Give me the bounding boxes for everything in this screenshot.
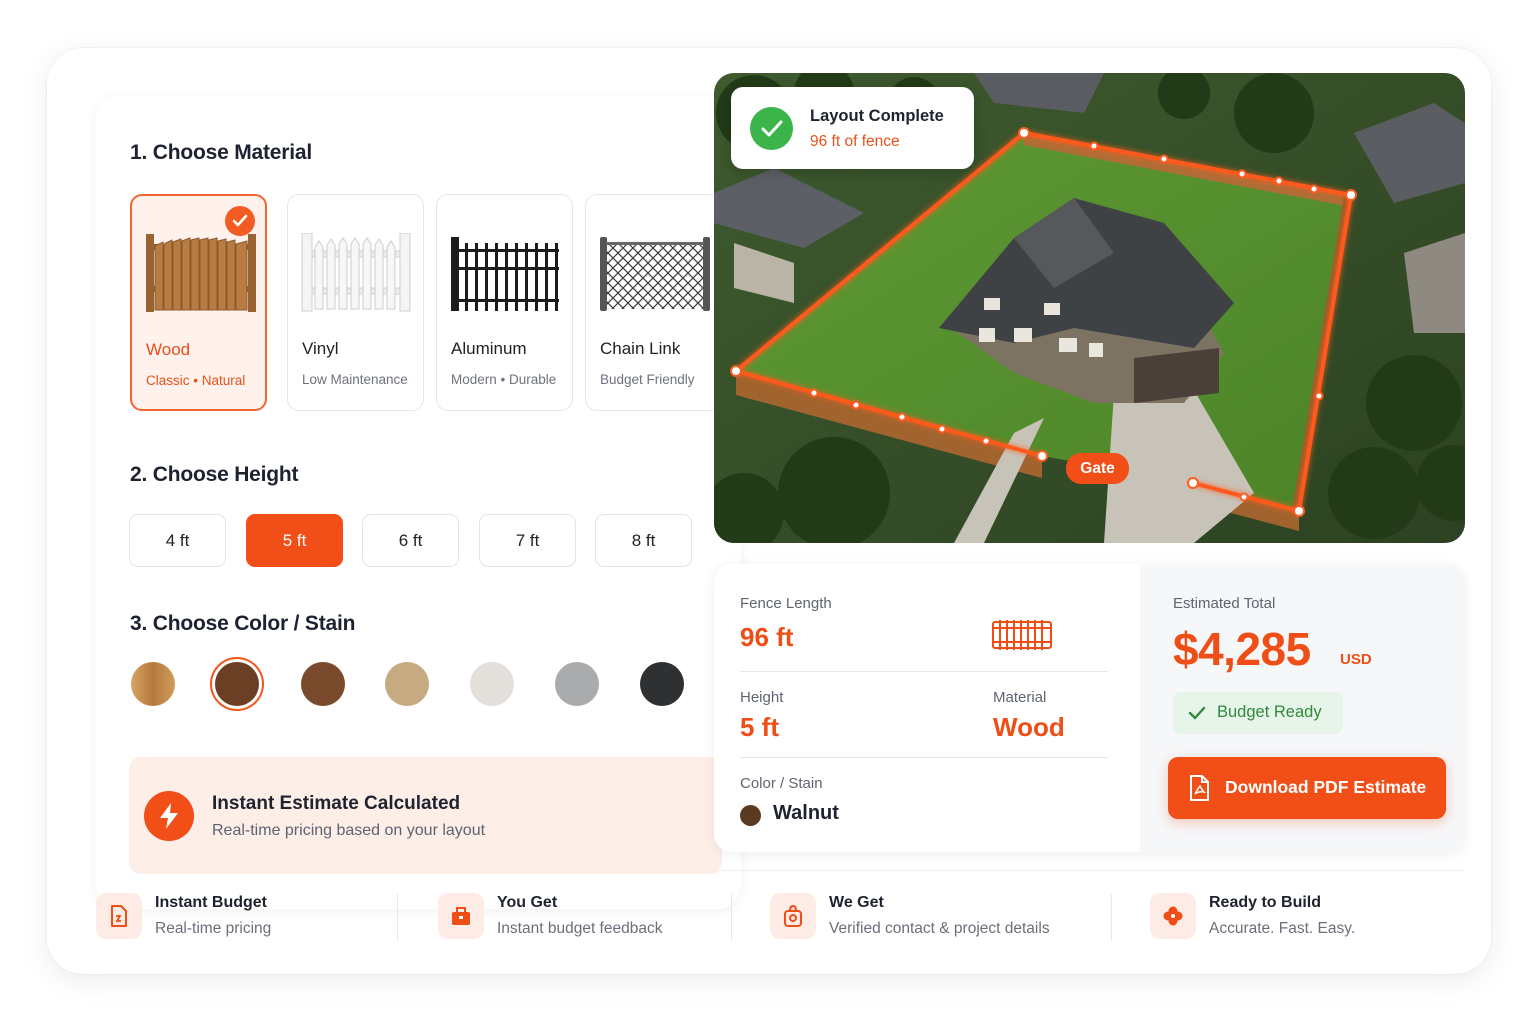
height-option-5ft[interactable]: 5 ft	[246, 514, 343, 567]
gate-label[interactable]: Gate	[1066, 453, 1129, 484]
color-swatch-tan[interactable]	[385, 662, 429, 706]
aluminum-fence-icon	[451, 237, 559, 311]
feature-sub: Instant budget feedback	[497, 920, 663, 937]
download-pdf-button[interactable]: Download PDF Estimate	[1168, 757, 1446, 819]
height-section-title: 2. Choose Height	[130, 463, 299, 486]
estimated-total-value: $4,285	[1173, 623, 1311, 675]
height-label: Height	[740, 689, 784, 706]
color-value: Walnut	[773, 802, 839, 824]
material-name: Chain Link	[600, 339, 681, 358]
color-dot	[740, 805, 761, 826]
color-swatch-white[interactable]	[470, 662, 514, 706]
layout-status-card: Layout Complete 96 ft of fence	[731, 87, 974, 169]
layout-status-title: Layout Complete	[810, 107, 944, 125]
configurator-panel: 1. Choose Material Wood Classic • Natura…	[95, 96, 741, 909]
color-swatch-brown[interactable]	[301, 662, 345, 706]
color-swatch-walnut[interactable]	[215, 662, 259, 706]
material-sub: Low Maintenance	[302, 372, 408, 387]
feature-title: We Get	[829, 894, 884, 911]
fence-icon	[992, 620, 1052, 650]
material-section-title: 1. Choose Material	[130, 141, 312, 164]
fence-length-value: 96 ft	[740, 622, 794, 652]
footer-divider	[714, 870, 1465, 871]
feature-separator	[1111, 894, 1112, 940]
check-circle-icon	[750, 107, 793, 150]
instant-subtitle: Real-time pricing based on your layout	[212, 822, 486, 839]
instant-title: Instant Estimate Calculated	[212, 793, 461, 814]
material-sub: Budget Friendly	[600, 372, 695, 387]
briefcase-icon	[438, 893, 484, 939]
material-name: Wood	[146, 340, 191, 359]
document-icon	[96, 893, 142, 939]
material-sub: Modern • Durable	[451, 372, 557, 387]
height-option-6ft[interactable]: 6 ft	[362, 514, 459, 567]
feature-title: Instant Budget	[155, 894, 267, 911]
estimated-total-label: Estimated Total	[1173, 595, 1276, 612]
budget-status-badge: Budget Ready	[1173, 692, 1343, 734]
height-value: 5 ft	[740, 712, 779, 742]
fence-length-label: Fence Length	[740, 595, 832, 612]
check-icon	[225, 206, 255, 236]
material-value: Wood	[993, 712, 1065, 742]
divider	[740, 671, 1108, 672]
material-card-vinyl[interactable]: Vinyl Low Maintenance	[287, 194, 424, 411]
total-panel: Estimated Total $4,285 USD Budget Ready …	[1140, 564, 1465, 852]
material-label: Material	[993, 689, 1047, 706]
material-sub: Classic • Natural	[146, 373, 246, 388]
check-icon	[1188, 706, 1206, 720]
shopping-bag-icon	[770, 893, 816, 939]
height-option-4ft[interactable]: 4 ft	[129, 514, 226, 567]
material-name: Aluminum	[451, 339, 527, 358]
feature-separator	[397, 894, 398, 940]
budget-status-text: Budget Ready	[1217, 703, 1322, 721]
instant-estimate-banner: Instant Estimate Calculated Real-time pr…	[129, 757, 722, 874]
pdf-icon	[1190, 775, 1209, 801]
color-swatch-gray[interactable]	[555, 662, 599, 706]
download-pdf-label: Download PDF Estimate	[1225, 777, 1427, 797]
divider	[740, 757, 1108, 758]
feature-sub: Verified contact & project details	[829, 920, 1050, 937]
color-label: Color / Stain	[740, 775, 823, 792]
material-card-wood[interactable]: Wood Classic • Natural	[130, 194, 267, 411]
main-card: 1. Choose Material Wood Classic • Natura…	[47, 48, 1491, 974]
feature-sub: Real-time pricing	[155, 920, 272, 937]
height-option-7ft[interactable]: 7 ft	[479, 514, 576, 567]
material-card-chain-link[interactable]: Chain Link Budget Friendly	[585, 194, 722, 411]
color-section-title: 3. Choose Color / Stain	[130, 612, 356, 635]
layout-status-sub: 96 ft of fence	[810, 133, 900, 150]
currency-label: USD	[1340, 651, 1372, 668]
height-option-8ft[interactable]: 8 ft	[595, 514, 692, 567]
feature-title: Ready to Build	[1209, 894, 1322, 911]
vinyl-fence-icon	[301, 233, 411, 312]
lightning-icon	[144, 791, 194, 841]
clover-icon	[1150, 893, 1196, 939]
material-card-aluminum[interactable]: Aluminum Modern • Durable	[436, 194, 573, 411]
wood-fence-icon	[146, 234, 256, 312]
yard-map[interactable]: Layout Complete 96 ft of fence Gate	[714, 73, 1465, 543]
estimate-summary: Fence Length 96 ft Height 5 ft Material …	[714, 564, 1465, 852]
material-name: Vinyl	[302, 339, 339, 358]
color-swatch-black[interactable]	[640, 662, 684, 706]
feature-sub: Accurate. Fast. Easy.	[1209, 920, 1356, 937]
feature-title: You Get	[497, 894, 558, 911]
feature-separator	[731, 894, 732, 940]
color-swatch-natural[interactable]	[131, 662, 175, 706]
chain-link-fence-icon	[600, 237, 710, 311]
